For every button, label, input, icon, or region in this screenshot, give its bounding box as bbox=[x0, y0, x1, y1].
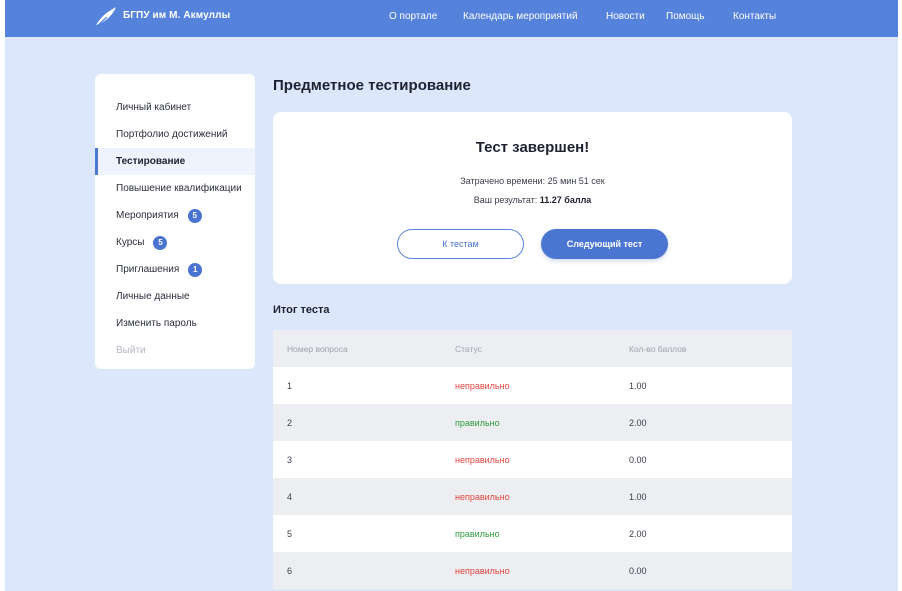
sidebar-item-label: Курсы bbox=[116, 237, 145, 248]
question-points: 0.00 bbox=[629, 565, 647, 576]
question-status: неправильно bbox=[455, 491, 510, 502]
sidebar-item-invitations[interactable]: Приглашения 1 bbox=[95, 256, 255, 283]
table-row: 4 неправильно 1.00 bbox=[273, 478, 792, 515]
question-number: 4 bbox=[287, 491, 293, 502]
table-row: 5 правильно 2.00 bbox=[273, 515, 792, 552]
sidebar-item-label: Портфолио достижений bbox=[116, 129, 228, 140]
test-result-card: Тест завершен! Затрачено времени: 25 мин… bbox=[273, 112, 792, 284]
nav-link-about[interactable]: О портале bbox=[389, 11, 437, 22]
question-status: правильно bbox=[455, 528, 500, 539]
page-title: Предметное тестирование bbox=[273, 77, 471, 94]
sidebar-item-label: Тестирование bbox=[116, 156, 186, 167]
question-status: правильно bbox=[455, 417, 500, 428]
back-to-tests-button[interactable]: К тестам bbox=[397, 229, 524, 259]
sidebar-item-personal-cabinet[interactable]: Личный кабинет bbox=[95, 94, 255, 121]
table-row: 3 неправильно 0.00 bbox=[273, 441, 792, 478]
time-spent-label: Затрачено времени: bbox=[460, 176, 546, 186]
question-status: неправильно bbox=[455, 380, 510, 391]
sidebar-item-courses[interactable]: Курсы 5 bbox=[95, 229, 255, 256]
sidebar-item-label: Личные данные bbox=[116, 291, 190, 302]
sidebar-item-label: Изменить пароль bbox=[116, 318, 197, 329]
score-value: 11.27 балла bbox=[539, 195, 592, 205]
sidebar-item-change-password[interactable]: Изменить пароль bbox=[95, 310, 255, 337]
sidebar-item-label: Повышение квалификации bbox=[116, 183, 242, 194]
top-navigation-bar: БГПУ им М. Акмуллы О портале Календарь м… bbox=[5, 0, 898, 37]
sidebar-item-personal-data[interactable]: Личные данные bbox=[95, 283, 255, 310]
sidebar-item-label: Личный кабинет bbox=[116, 102, 192, 113]
column-header-points: Кол-во баллов bbox=[629, 343, 687, 354]
question-number: 3 bbox=[287, 454, 293, 465]
question-number: 6 bbox=[287, 565, 293, 576]
score-label: Ваш результат: bbox=[473, 195, 538, 205]
sidebar-item-events[interactable]: Мероприятия 5 bbox=[95, 202, 255, 229]
sidebar-item-label: Выйти bbox=[116, 345, 146, 356]
feather-quill-icon[interactable] bbox=[94, 5, 118, 29]
time-spent: Затрачено времени: 25 мин 51 сек bbox=[273, 176, 792, 186]
nav-link-calendar[interactable]: Календарь мероприятий bbox=[463, 11, 578, 22]
table-header-row: Номер вопроса Статус Кол-во баллов bbox=[273, 330, 792, 367]
question-points: 0.00 bbox=[629, 454, 647, 465]
sidebar-item-testing[interactable]: Тестирование bbox=[95, 148, 255, 175]
sidebar-item-portfolio[interactable]: Портфолио достижений bbox=[95, 121, 255, 148]
result-heading: Тест завершен! bbox=[475, 139, 590, 156]
column-header-status: Статус bbox=[455, 343, 482, 354]
sidebar-item-logout[interactable]: Выйти bbox=[95, 337, 255, 364]
question-status: неправильно bbox=[455, 565, 510, 576]
question-points: 1.00 bbox=[629, 491, 647, 502]
table-row: 1 неправильно 1.00 bbox=[273, 367, 792, 404]
count-badge: 5 bbox=[153, 235, 168, 250]
summary-title: Итог теста bbox=[273, 304, 330, 316]
score-line: Ваш результат: 11.27 балла bbox=[273, 195, 792, 205]
sidebar-item-label: Приглашения bbox=[116, 264, 180, 275]
results-table: Номер вопроса Статус Кол-во баллов 1 неп… bbox=[273, 330, 792, 589]
question-number: 5 bbox=[287, 528, 293, 539]
table-row: 6 неправильно 0.00 bbox=[273, 552, 792, 589]
sidebar-menu: Личный кабинет Портфолио достижений Тест… bbox=[95, 74, 255, 369]
table-row: 2 правильно 2.00 bbox=[273, 404, 792, 441]
sidebar-item-qualification[interactable]: Повышение квалификации bbox=[95, 175, 255, 202]
sidebar-item-label: Мероприятия bbox=[116, 210, 179, 221]
time-spent-value: 25 мин 51 сек bbox=[547, 176, 605, 186]
nav-link-contacts[interactable]: Контакты bbox=[733, 11, 776, 22]
count-badge: 5 bbox=[187, 208, 202, 223]
nav-link-help[interactable]: Помощь bbox=[666, 11, 705, 22]
count-badge: 1 bbox=[188, 262, 203, 277]
question-points: 1.00 bbox=[629, 380, 647, 391]
column-header-question: Номер вопроса bbox=[287, 343, 348, 354]
question-number: 1 bbox=[287, 380, 293, 391]
question-points: 2.00 bbox=[629, 528, 647, 539]
question-status: неправильно bbox=[455, 454, 510, 465]
question-number: 2 bbox=[287, 417, 293, 428]
next-test-button[interactable]: Следующий тест bbox=[541, 229, 668, 259]
page: БГПУ им М. Акмуллы О портале Календарь м… bbox=[5, 0, 898, 591]
nav-link-news[interactable]: Новости bbox=[606, 11, 645, 22]
site-logo-text[interactable]: БГПУ им М. Акмуллы bbox=[123, 10, 230, 21]
question-points: 2.00 bbox=[629, 417, 647, 428]
